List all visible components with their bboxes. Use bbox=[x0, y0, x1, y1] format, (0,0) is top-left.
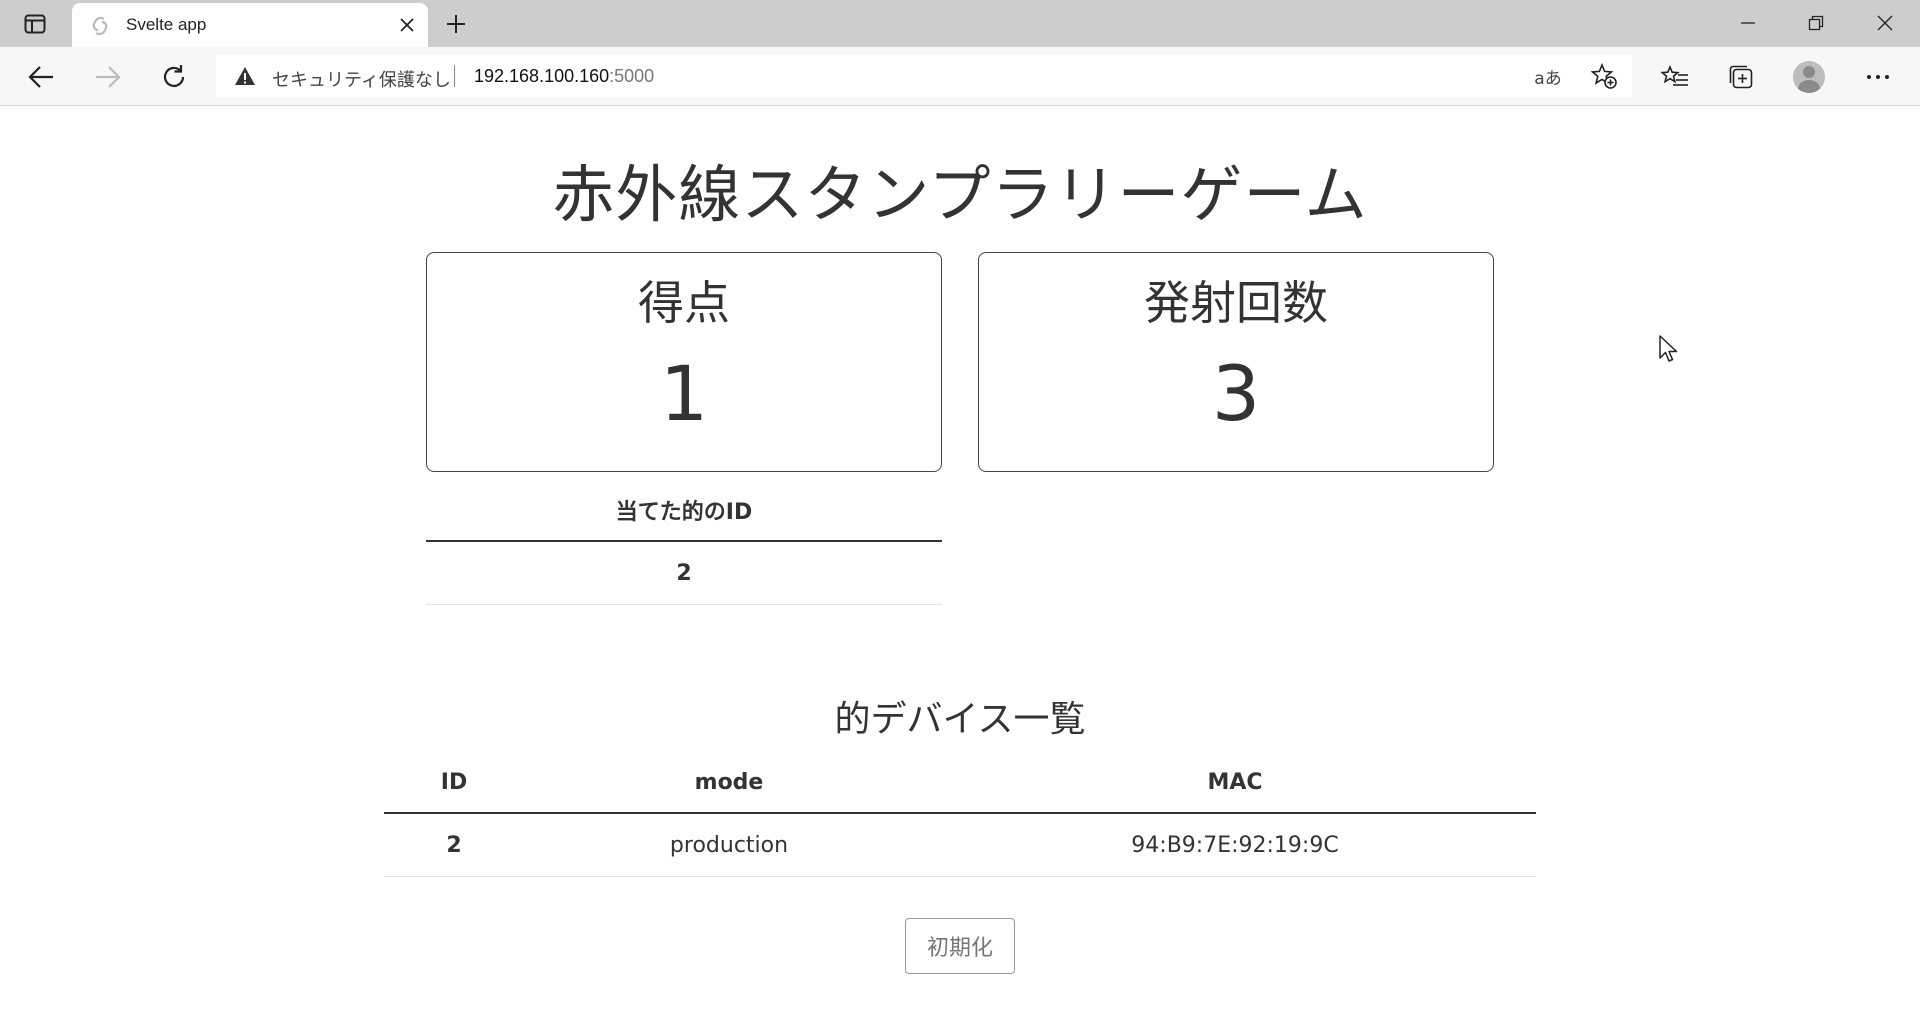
browser-toolbar: セキュリティ保護なし 192.168.100.160:5000 aあ bbox=[0, 47, 1920, 106]
close-window-button[interactable] bbox=[1862, 8, 1908, 38]
hit-id-header: 当てた的のID bbox=[426, 480, 942, 542]
device-id-cell: 2 bbox=[384, 813, 524, 877]
column-header-mac: MAC bbox=[934, 752, 1536, 814]
refresh-icon bbox=[163, 65, 185, 87]
address-bar[interactable]: セキュリティ保護なし 192.168.100.160:5000 aあ bbox=[216, 55, 1632, 97]
shots-card: 発射回数 3 bbox=[978, 252, 1494, 472]
warning-icon bbox=[235, 67, 255, 85]
url-host: 192.168.100.160 bbox=[474, 66, 610, 86]
tab-actions-button[interactable] bbox=[14, 10, 56, 38]
hit-id-cell: 2 bbox=[426, 541, 942, 605]
address-divider bbox=[454, 65, 455, 87]
more-options-icon bbox=[1867, 75, 1889, 79]
tab-actions-icon bbox=[24, 14, 46, 34]
mouse-cursor-icon bbox=[1659, 335, 1678, 362]
favorites-list-icon bbox=[1661, 65, 1688, 86]
plus-icon bbox=[447, 15, 465, 33]
reset-button[interactable]: 初期化 bbox=[905, 918, 1015, 974]
page-title: 赤外線スタンプラリーゲーム bbox=[552, 158, 1368, 231]
table-row: 2 production 94:B9:7E:92:19:9C bbox=[384, 813, 1536, 877]
favorites-button[interactable] bbox=[1655, 57, 1695, 97]
collections-icon bbox=[1729, 65, 1753, 89]
device-mode-cell: production bbox=[524, 813, 934, 877]
collections-button[interactable] bbox=[1721, 57, 1761, 97]
tab-close-button[interactable] bbox=[396, 14, 418, 36]
back-arrow-icon bbox=[28, 66, 53, 88]
new-tab-button[interactable] bbox=[442, 10, 470, 38]
refresh-button[interactable] bbox=[154, 57, 194, 97]
browser-tab[interactable]: Svelte app bbox=[72, 3, 428, 47]
close-window-icon bbox=[1877, 15, 1893, 31]
device-table: ID mode MAC 2 production 94:B9:7E:92:19:… bbox=[384, 752, 1536, 877]
minimize-button[interactable] bbox=[1725, 8, 1771, 38]
url-text[interactable]: 192.168.100.160:5000 bbox=[474, 66, 654, 87]
column-header-id: ID bbox=[384, 752, 524, 814]
avatar-icon bbox=[1793, 61, 1825, 93]
column-header-mode: mode bbox=[524, 752, 934, 814]
device-list-title: 的デバイス一覧 bbox=[834, 699, 1086, 740]
tab-title: Svelte app bbox=[126, 15, 207, 34]
svelte-favicon-icon bbox=[92, 16, 108, 36]
table-row: 2 bbox=[426, 541, 942, 605]
security-status-label[interactable]: セキュリティ保護なし bbox=[272, 66, 451, 92]
back-button[interactable] bbox=[21, 57, 61, 97]
read-aloud-button[interactable]: aあ bbox=[1534, 63, 1562, 89]
close-icon bbox=[400, 18, 414, 32]
restore-icon bbox=[1808, 15, 1824, 31]
settings-menu-button[interactable] bbox=[1858, 57, 1898, 97]
hit-targets-table: 当てた的のID 2 bbox=[426, 480, 942, 605]
forward-arrow-icon bbox=[96, 66, 121, 88]
read-aloud-icon: aあ bbox=[1534, 68, 1562, 89]
table-header-row: ID mode MAC bbox=[384, 752, 1536, 814]
score-card: 得点 1 bbox=[426, 252, 942, 472]
table-header-row: 当てた的のID bbox=[426, 480, 942, 542]
score-label: 得点 bbox=[638, 276, 730, 330]
device-mac-cell: 94:B9:7E:92:19:9C bbox=[934, 813, 1536, 877]
score-value: 1 bbox=[659, 349, 709, 438]
url-port: :5000 bbox=[609, 66, 655, 86]
forward-button[interactable] bbox=[88, 57, 128, 97]
profile-button[interactable] bbox=[1789, 57, 1829, 97]
browser-tab-strip: Svelte app bbox=[0, 0, 1920, 47]
star-add-icon bbox=[1591, 63, 1617, 89]
restore-button[interactable] bbox=[1793, 8, 1839, 38]
add-favorite-button[interactable] bbox=[1590, 63, 1618, 89]
page-content: 赤外線スタンプラリーゲーム 得点 1 発射回数 3 当てた的のID 2 的デバイ… bbox=[0, 106, 1920, 1036]
shots-value: 3 bbox=[1211, 349, 1261, 438]
shots-label: 発射回数 bbox=[1144, 276, 1328, 330]
minimize-icon bbox=[1741, 22, 1755, 24]
